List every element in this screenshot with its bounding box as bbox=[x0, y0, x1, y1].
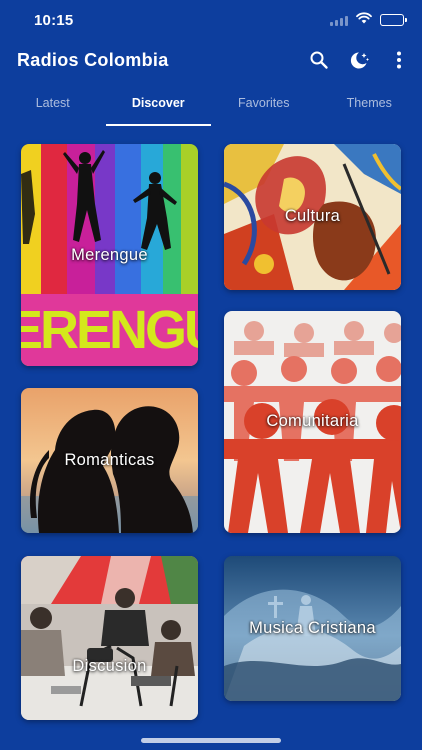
category-label-comunitaria: Comunitaria bbox=[266, 412, 359, 430]
more-vertical-icon[interactable] bbox=[388, 49, 410, 71]
battery-icon bbox=[380, 14, 407, 26]
category-label-cultura: Cultura bbox=[284, 207, 341, 225]
tab-latest[interactable]: Latest bbox=[0, 86, 106, 126]
category-card-cristiana[interactable]: Musica Cristiana bbox=[224, 556, 401, 701]
category-label-discusion: Discusion bbox=[72, 657, 147, 675]
category-card-romanticas[interactable]: Romanticas bbox=[21, 388, 198, 533]
category-card-comunitaria[interactable]: Comunitaria bbox=[224, 311, 401, 533]
wifi-icon bbox=[356, 11, 372, 29]
merengue-banner-text: MERENGUE bbox=[21, 300, 198, 360]
tab-bar: Latest Discover Favorites Themes bbox=[0, 86, 422, 126]
category-card-merengue[interactable]: MERENGUE Merengue bbox=[21, 144, 198, 366]
app-actions bbox=[308, 49, 410, 71]
tab-discover[interactable]: Discover bbox=[105, 86, 212, 126]
app-title: Radios Colombia bbox=[17, 49, 169, 70]
category-label-merengue: Merengue bbox=[71, 246, 148, 264]
category-card-discusion[interactable]: Discusion bbox=[21, 556, 198, 720]
status-time: 10:15 bbox=[34, 11, 74, 29]
moon-stars-icon[interactable] bbox=[348, 49, 370, 71]
status-icons bbox=[330, 11, 407, 29]
discusion-image bbox=[21, 556, 198, 720]
app-bar: Radios Colombia bbox=[0, 42, 422, 78]
home-indicator bbox=[141, 738, 281, 743]
status-bar: 10:15 bbox=[0, 0, 422, 40]
tab-themes[interactable]: Themes bbox=[317, 86, 422, 126]
signal-icon bbox=[330, 15, 348, 26]
category-label-cristiana: Musica Cristiana bbox=[249, 619, 376, 637]
tab-favorites[interactable]: Favorites bbox=[211, 86, 317, 126]
category-card-cultura[interactable]: Cultura bbox=[224, 144, 401, 290]
category-label-romanticas: Romanticas bbox=[64, 451, 155, 469]
search-icon[interactable] bbox=[308, 49, 330, 71]
